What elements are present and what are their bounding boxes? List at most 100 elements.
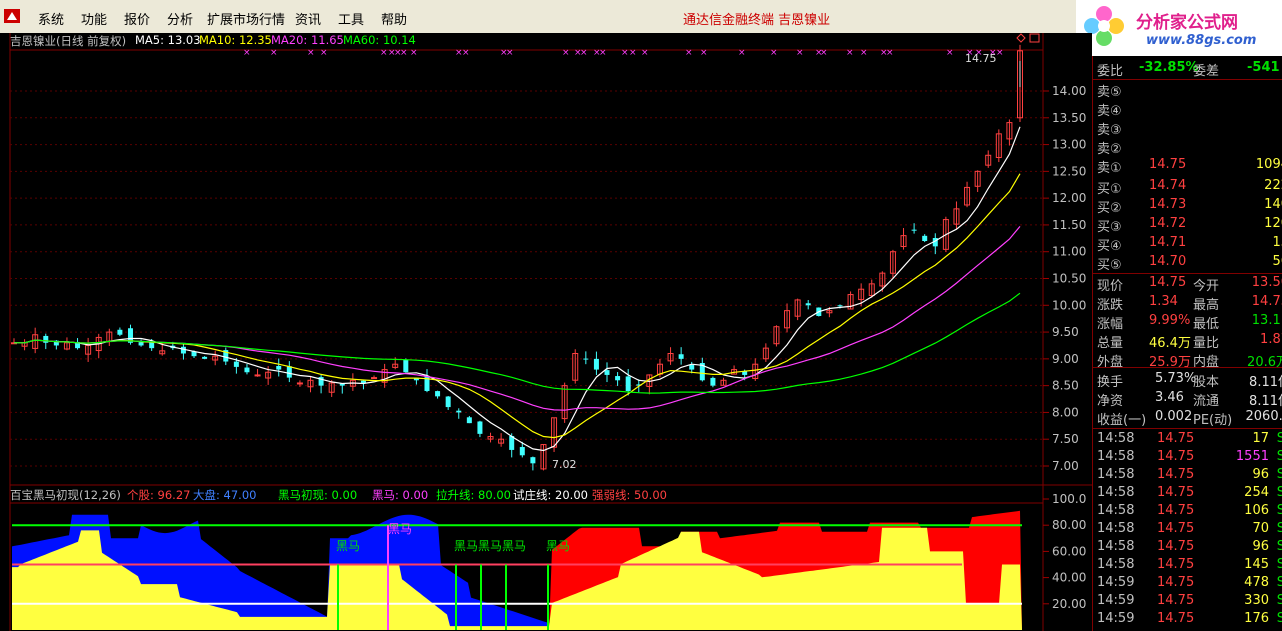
menu-quote[interactable]: 报价 xyxy=(124,9,150,28)
signal-marker: × xyxy=(860,48,868,58)
weicha-value: -541 xyxy=(1247,60,1280,75)
stat-value: 9.99% xyxy=(1149,313,1191,328)
candle-body xyxy=(689,364,695,370)
y-tick-label: 8.00 xyxy=(1052,405,1079,419)
stat-label: 最低 xyxy=(1193,317,1220,332)
candle-body xyxy=(519,447,525,456)
stat-label: 股本 xyxy=(1193,375,1220,390)
signal-marker: × xyxy=(996,48,1004,58)
menu-system[interactable]: 系统 xyxy=(38,9,64,28)
candle-body xyxy=(233,361,239,367)
candle-body xyxy=(805,303,811,306)
tick-row: 14:59 14.75 478 S xyxy=(1093,574,1282,592)
tick-volume: 96 xyxy=(1252,467,1269,482)
stat-row: 净资 3.46 流通 8.11亿 xyxy=(1093,389,1282,409)
buy-row-1: 买① 14.74 222 xyxy=(1093,177,1282,197)
tick-time: 14:59 xyxy=(1097,575,1135,590)
y-tick-label: 40.00 xyxy=(1052,571,1086,585)
menu-analysis[interactable]: 分析 xyxy=(167,9,193,28)
y-tick-label: 8.50 xyxy=(1052,379,1079,393)
tick-side: S xyxy=(1276,575,1282,590)
stat-value: 1.34 xyxy=(1149,294,1178,309)
signal-marker: × xyxy=(400,48,408,58)
signal-marker: × xyxy=(506,48,514,58)
menu-extended-market[interactable]: 扩展市场行情 xyxy=(207,9,285,28)
stat-row: 换手 5.73%股本 8.11亿 xyxy=(1093,370,1282,390)
tick-volume: 96 xyxy=(1252,539,1269,554)
y-tick-label: 80.00 xyxy=(1052,518,1086,532)
buy-label: 买③ xyxy=(1097,220,1122,235)
tick-price: 14.75 xyxy=(1157,521,1195,536)
stat-label: 换手 xyxy=(1097,375,1124,390)
sell-label: 卖③ xyxy=(1097,123,1122,138)
stat-value: 13.11 xyxy=(1251,313,1282,328)
signal-marker: × xyxy=(641,48,649,58)
signal-marker: × xyxy=(629,48,637,58)
menu-function[interactable]: 功能 xyxy=(81,9,107,28)
chart-window-icon[interactable] xyxy=(1029,33,1040,43)
signal-marker: × xyxy=(946,48,954,58)
chart-mode-icon[interactable] xyxy=(1016,33,1026,43)
stat-row: 涨幅 9.99%最低 13.11 xyxy=(1093,312,1282,332)
candle-body xyxy=(604,370,610,375)
tick-volume: 1551 xyxy=(1235,449,1269,464)
buy-row-5: 买⑤ 14.70 56 xyxy=(1093,253,1282,273)
candle-body xyxy=(625,376,631,391)
stat-label: 量比 xyxy=(1193,336,1220,351)
ad-banner[interactable]: 分析家公式网 www.88gs.com xyxy=(1076,0,1282,56)
signal-marker: × xyxy=(700,48,708,58)
candles xyxy=(11,44,1023,471)
y-tick-label: 9.00 xyxy=(1052,352,1079,366)
signal-marker: × xyxy=(796,48,804,58)
buy-price: 14.73 xyxy=(1149,197,1187,212)
low-label: 7.02 xyxy=(552,458,577,471)
chart-area[interactable]: 吉恩镍业(日线 前复权) MA5: 13.03 MA10: 12.35 MA20… xyxy=(0,33,1092,631)
buy-row-2: 买② 14.73 140 xyxy=(1093,196,1282,216)
signal-marker: × xyxy=(685,48,693,58)
tick-side: S xyxy=(1276,593,1282,608)
menu-tools[interactable]: 工具 xyxy=(338,9,364,28)
tick-price: 14.75 xyxy=(1157,575,1195,590)
candle-body xyxy=(615,376,621,381)
stat-label: 收益(一) xyxy=(1097,413,1147,428)
buy-row-4: 买④ 14.71 15 xyxy=(1093,234,1282,254)
signal-marker: × xyxy=(599,48,607,58)
menu-help[interactable]: 帮助 xyxy=(381,9,407,28)
tick-time: 14:58 xyxy=(1097,503,1135,518)
weibi-label: 委比 xyxy=(1097,64,1124,79)
y-tick-label: 100.0 xyxy=(1052,492,1086,506)
stat-label: 流通 xyxy=(1193,394,1220,409)
candle-body xyxy=(202,356,208,359)
window-title: 通达信金融终端 吉恩镍业 xyxy=(683,13,831,28)
tick-side: S xyxy=(1276,557,1282,572)
stat-value: 2060.9 xyxy=(1245,409,1282,424)
sell-row-2: 卖② xyxy=(1093,137,1282,157)
weibi-row: 委比 -32.85% 委差 -541 xyxy=(1093,59,1282,79)
y-tick-label: 13.00 xyxy=(1052,138,1086,152)
tick-row: 14:58 14.75 145 S xyxy=(1093,556,1282,574)
tick-price: 14.75 xyxy=(1157,503,1195,518)
tick-volume: 145 xyxy=(1244,557,1269,572)
sell-label: 卖④ xyxy=(1097,104,1122,119)
tick-side: S xyxy=(1276,431,1282,446)
tick-row: 14:59 14.75 330 S xyxy=(1093,592,1282,610)
sell-volume: 1094 xyxy=(1255,157,1282,172)
signal-marker: × xyxy=(270,48,278,58)
stat-value: 0.002 xyxy=(1155,409,1193,424)
tick-row: 14:58 14.75 1551 S xyxy=(1093,448,1282,466)
candle-body xyxy=(43,335,49,343)
stat-value: 13.50 xyxy=(1251,275,1282,290)
sub-y-axis: 100.0 80.00 60.00 40.00 20.00 xyxy=(1043,492,1086,611)
tick-side: S xyxy=(1276,485,1282,500)
stat-value: 8.11亿 xyxy=(1249,394,1282,409)
candle-body xyxy=(371,377,378,380)
signal-marker: × xyxy=(886,48,894,58)
signal-label-1: 黑马 xyxy=(336,539,360,553)
candle-body xyxy=(403,359,409,373)
stat-row: 涨跌 1.34 最高 14.75 xyxy=(1093,293,1282,313)
buy-price: 14.72 xyxy=(1149,216,1187,231)
menu-news[interactable]: 资讯 xyxy=(295,9,321,28)
tick-price: 14.75 xyxy=(1157,539,1195,554)
candle-body xyxy=(466,417,472,424)
y-tick-label: 10.00 xyxy=(1052,298,1086,312)
